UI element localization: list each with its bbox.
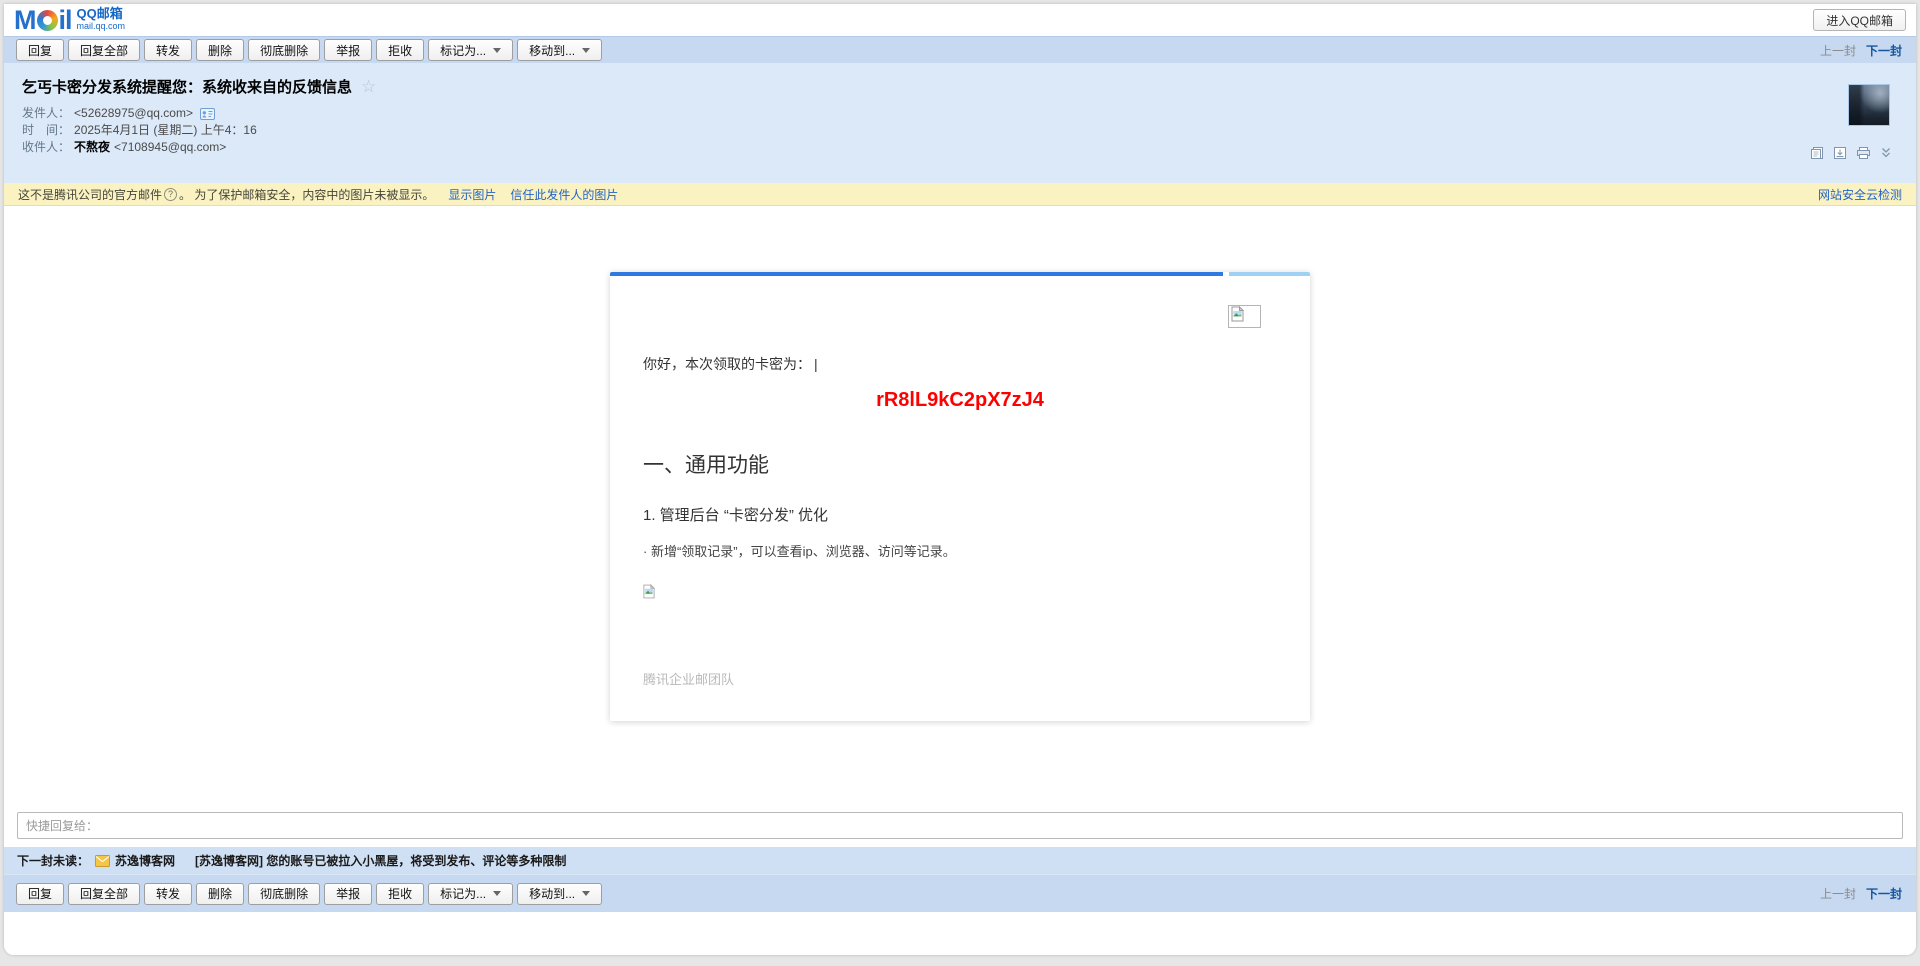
forward-button[interactable]: 转发 — [144, 39, 192, 61]
from-label: 发件人： — [22, 105, 70, 122]
next-unread-label: 下一封未读： — [17, 852, 89, 869]
time-value: 2025年4月1日 (星期二) 上午4：16 — [74, 122, 257, 139]
report-button[interactable]: 举报 — [324, 883, 372, 905]
mail-window: Mil QQ邮箱 mail.qq.com 进入QQ邮箱 回复 回复全部 转发 删… — [4, 4, 1916, 955]
next-unread-bar: 下一封未读： 苏逸博客网 [苏逸博客网] 您的账号已被拉入小黑屋，将受到发布、评… — [4, 847, 1916, 874]
reject-button[interactable]: 拒收 — [376, 39, 424, 61]
text-cursor: | — [814, 356, 818, 372]
mark-as-dropdown[interactable]: 标记为... — [428, 883, 513, 905]
broken-image-icon — [643, 583, 655, 605]
delete-completely-button[interactable]: 彻底删除 — [248, 39, 320, 61]
logo-caption: QQ邮箱 mail.qq.com — [77, 8, 126, 32]
prev-mail-link[interactable]: 上一封 — [1820, 887, 1856, 901]
star-icon[interactable]: ☆ — [361, 77, 376, 97]
brand-bar: Mil QQ邮箱 mail.qq.com 进入QQ邮箱 — [4, 4, 1916, 36]
top-toolbar: 回复 回复全部 转发 删除 彻底删除 举报 拒收 标记为... 移动到... 上… — [4, 36, 1916, 63]
mail-subject: 乞丐卡密分发系统提醒您：系统收来自的反馈信息 — [22, 76, 352, 97]
unread-mail-icon — [95, 855, 110, 867]
logo-domain-label: mail.qq.com — [77, 20, 126, 32]
to-address: <7108945@qq.com> — [114, 139, 226, 156]
forward-button[interactable]: 转发 — [144, 883, 192, 905]
logo-letters-il: il — [59, 7, 72, 33]
bottom-toolbar: 回复 回复全部 转发 删除 彻底删除 举报 拒收 标记为... 移动到... 上… — [4, 874, 1916, 912]
prev-mail-link[interactable]: 上一封 — [1820, 44, 1856, 58]
greeting-text: 你好，本次领取的卡密为：| — [643, 354, 818, 374]
broken-image-icon — [1231, 306, 1244, 327]
mail-body-card: 你好，本次领取的卡密为：| rR8lL9kC2pX7zJ4 一、通用功能 1. … — [610, 272, 1310, 721]
time-label: 时 间： — [22, 122, 70, 139]
feature-item-title: 1. 管理后台 “卡密分发” 优化 — [643, 504, 828, 525]
site-security-scan-link[interactable]: 网站安全云检测 — [1818, 186, 1902, 203]
reply-all-button[interactable]: 回复全部 — [68, 883, 140, 905]
quick-reply-input[interactable] — [17, 812, 1903, 839]
mail-meta: 发件人： <52628975@qq.com> 时 间： 2025年4月1日 (星… — [22, 105, 1916, 156]
logo-letter-m: M — [14, 7, 36, 33]
mark-as-dropdown[interactable]: 标记为... — [428, 39, 513, 61]
move-to-dropdown[interactable]: 移动到... — [517, 39, 602, 61]
reject-button[interactable]: 拒收 — [376, 883, 424, 905]
contact-card-icon[interactable] — [200, 108, 215, 120]
move-to-dropdown[interactable]: 移动到... — [517, 883, 602, 905]
top-mail-nav: 上一封下一封 — [1820, 42, 1902, 59]
security-warning-bar: 这不是腾讯公司的官方邮件 ? 。 为了保护邮箱安全，内容中的图片未被显示。 显示… — [4, 183, 1916, 206]
to-label: 收件人： — [22, 139, 70, 156]
mail-content-area: 你好，本次领取的卡密为：| rR8lL9kC2pX7zJ4 一、通用功能 1. … — [4, 206, 1916, 809]
attachment-thumbnail[interactable] — [1848, 84, 1890, 126]
warning-text-prefix: 这不是腾讯公司的官方邮件 — [18, 186, 162, 203]
header-action-icons — [1810, 146, 1892, 160]
unread-sender[interactable]: 苏逸博客网 — [115, 852, 175, 869]
feature-bullet: · 新增“领取记录”，可以查看ip、浏览器、访问等记录。 — [643, 541, 956, 560]
logo-circle-icon — [37, 10, 58, 31]
delete-completely-button[interactable]: 彻底删除 — [248, 883, 320, 905]
section-title: 一、通用功能 — [643, 449, 769, 479]
bottom-whitespace — [4, 912, 1916, 955]
to-name[interactable]: 不熬夜 — [74, 139, 110, 156]
delete-button[interactable]: 删除 — [196, 39, 244, 61]
reply-button[interactable]: 回复 — [16, 883, 64, 905]
logo-qqmail-label: QQ邮箱 — [77, 8, 126, 20]
report-button[interactable]: 举报 — [324, 39, 372, 61]
delete-button[interactable]: 删除 — [196, 883, 244, 905]
save-icon[interactable] — [1833, 146, 1847, 160]
card-key-code: rR8lL9kC2pX7zJ4 — [610, 389, 1310, 412]
show-images-link[interactable]: 显示图片 — [448, 186, 496, 203]
blocked-image-placeholder — [1228, 305, 1261, 328]
help-icon[interactable]: ? — [164, 188, 177, 201]
reply-all-button[interactable]: 回复全部 — [68, 39, 140, 61]
card-accent-border — [610, 272, 1310, 276]
qqmail-logo: Mil QQ邮箱 mail.qq.com — [14, 7, 125, 33]
reply-button[interactable]: 回复 — [16, 39, 64, 61]
mail-signature: 腾讯企业邮团队 — [643, 669, 734, 688]
next-mail-link[interactable]: 下一封 — [1866, 44, 1902, 58]
warning-text-suffix: 。 为了保护邮箱安全，内容中的图片未被显示。 — [179, 186, 434, 203]
plain-text-icon[interactable] — [1810, 146, 1824, 160]
logo-wordmark: Mil — [14, 7, 72, 33]
enter-qqmail-button[interactable]: 进入QQ邮箱 — [1813, 9, 1906, 31]
mail-header: 乞丐卡密分发系统提醒您：系统收来自的反馈信息 ☆ 发件人： <52628975@… — [4, 63, 1916, 183]
next-mail-link[interactable]: 下一封 — [1866, 887, 1902, 901]
from-address[interactable]: <52628975@qq.com> — [74, 105, 193, 122]
quick-reply-row — [4, 809, 1916, 847]
unread-subject[interactable]: [苏逸博客网] 您的账号已被拉入小黑屋，将受到发布、评论等多种限制 — [195, 852, 566, 869]
collapse-header-icon[interactable] — [1880, 146, 1892, 160]
print-icon[interactable] — [1856, 146, 1871, 160]
bottom-mail-nav: 上一封下一封 — [1820, 885, 1902, 902]
trust-sender-images-link[interactable]: 信任此发件人的图片 — [510, 186, 618, 203]
